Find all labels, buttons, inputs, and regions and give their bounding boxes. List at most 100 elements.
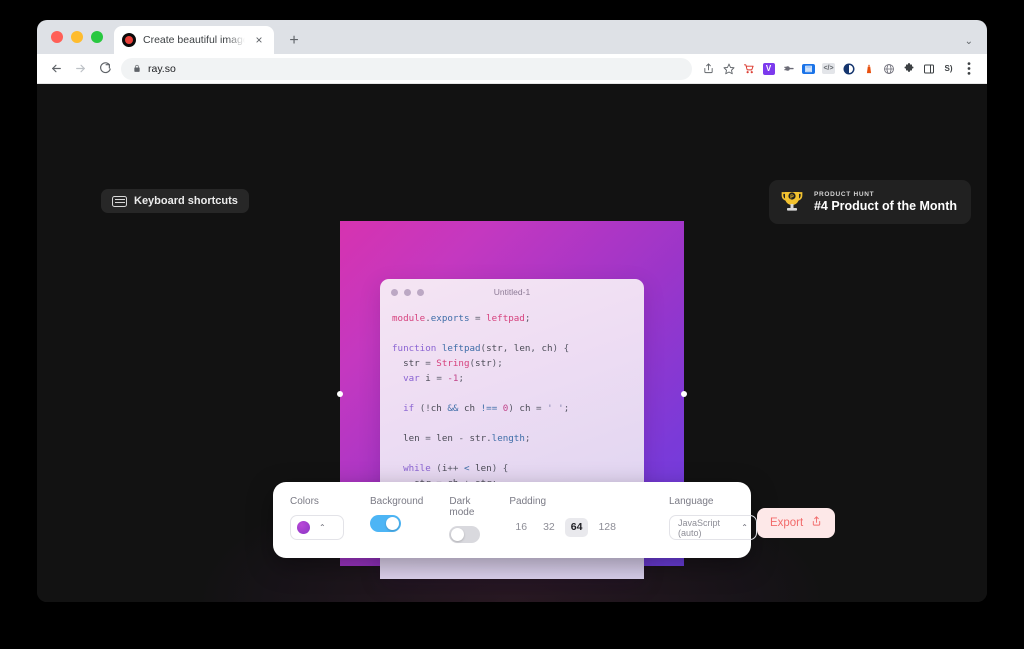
code-line: module.exports = leftpad; [392,311,644,326]
code-token: - [452,433,470,444]
product-hunt-kicker: PRODUCT HUNT [813,191,875,198]
extension-dark-circle-icon[interactable] [840,60,857,77]
export-label: Export [769,517,804,529]
keyboard-shortcuts-label: Keyboard shortcuts [134,195,238,207]
rayso-page: Keyboard shortcuts P PRODUCT HUNT #4 Pro… [37,84,987,602]
chevron-up-icon: ⌃ [741,522,748,532]
code-token: len [436,433,453,444]
extension-code-icon[interactable]: </> [820,60,837,77]
padding-option-64[interactable]: 64 [564,518,589,537]
keyboard-shortcuts-button[interactable]: Keyboard shortcuts [101,189,249,213]
code-token: && [447,403,459,414]
share-icon[interactable] [700,60,717,77]
code-token: leftpad [486,313,525,324]
window-dot [404,288,411,296]
dark-mode-toggle[interactable] [449,526,481,543]
extension-lighthouse-icon[interactable] [860,60,877,77]
tab-search-chevron-down-icon[interactable]: ⌄ [965,36,973,47]
code-token: ; [563,403,570,414]
code-token: String [436,358,470,369]
minimize-window-button[interactable] [71,31,83,43]
code-token: str [403,358,420,369]
extension-blue-tag-icon[interactable]: ▤ [800,60,817,77]
code-token: (! [414,403,431,414]
rayso-favicon [122,33,136,47]
code-token: exports [430,313,470,324]
code-token: ch [464,403,476,414]
code-token: ; [458,373,465,384]
resize-handle-right[interactable] [681,390,687,397]
padding-options: 16 32 64 128 [509,515,622,540]
close-tab-button[interactable]: × [252,34,266,46]
code-token: ); [491,358,503,369]
toggle-knob [386,517,399,530]
product-hunt-badge[interactable]: P PRODUCT HUNT #4 Product of the Month [768,180,971,224]
code-line: if (!ch && ch !== 0) ch = ' '; [392,401,644,416]
padding-option-128[interactable]: 128 [592,518,622,537]
code-token: !== [480,403,498,414]
code-token: ) { [552,343,570,354]
export-button[interactable]: Export [756,508,836,538]
browser-tab[interactable]: Create beautiful images of your × [114,26,274,54]
language-control: Language JavaScript (auto) ⌃ [668,496,757,540]
code-token: while [403,463,431,474]
background-toggle[interactable] [370,515,401,532]
url-text: ray.so [148,62,176,75]
code-token: = [419,358,437,369]
maximize-window-button[interactable] [91,31,103,43]
code-token: = [469,313,487,324]
tab-strip: Create beautiful images of your × + ⌄ [37,20,987,54]
background-control: Background [370,496,423,532]
code-token: ch [541,343,553,354]
chevron-up-icon: ⌃ [319,522,326,532]
code-token: leftpad [441,343,481,354]
code-token: = [530,403,548,414]
code-token: ) [508,403,520,414]
product-hunt-title: #4 Product of the Month [813,199,957,213]
code-glyph: </> [822,63,835,74]
bookmark-star-icon[interactable] [720,60,737,77]
padding-option-32[interactable]: 32 [537,518,561,537]
forward-button[interactable] [69,58,91,80]
code-token: ++ [447,463,464,474]
code-line: var i = -1; [392,371,644,386]
code-token: ; [524,433,531,444]
share-up-icon [811,514,822,532]
padding-option-16[interactable]: 16 [509,518,533,537]
extension-globe-icon[interactable] [880,60,897,77]
svg-text:P: P [790,194,794,200]
language-select[interactable]: JavaScript (auto) ⌃ [668,515,757,540]
browser-toolbar: ray.so V ▤ </> S) [37,54,987,84]
chrome-menu-icon[interactable] [960,60,977,77]
extension-shopping-cart-icon[interactable] [740,60,757,77]
code-token: str [475,358,492,369]
code-token: if [403,403,415,414]
lock-icon [133,60,141,78]
window-dot [391,288,398,296]
toolbar-icon-row: V ▤ </> S) [700,60,977,77]
sidepanel-icon[interactable] [920,60,937,77]
new-tab-button[interactable]: + [284,33,304,49]
code-token: ) { [491,463,509,474]
extensions-puzzle-icon[interactable] [900,60,917,77]
code-token: ; [524,313,531,324]
dark-mode-control: Dark mode [449,496,481,543]
back-button[interactable] [45,58,67,80]
address-bar[interactable]: ray.so [121,57,692,80]
close-window-button[interactable] [51,31,63,43]
dark-mode-label: Dark mode [449,496,475,518]
extension-plug-icon[interactable] [780,60,797,77]
reload-button[interactable] [93,58,115,80]
color-select[interactable]: ⌃ [290,515,344,540]
trophy-icon: P [780,189,804,215]
resize-handle-left[interactable] [337,390,343,397]
code-token: ( [430,463,442,474]
background-label: Background [370,496,424,507]
code-token: var [403,373,420,384]
profile-avatar-icon[interactable]: S) [940,60,957,77]
extension-grammarly-icon[interactable]: V [760,60,777,77]
